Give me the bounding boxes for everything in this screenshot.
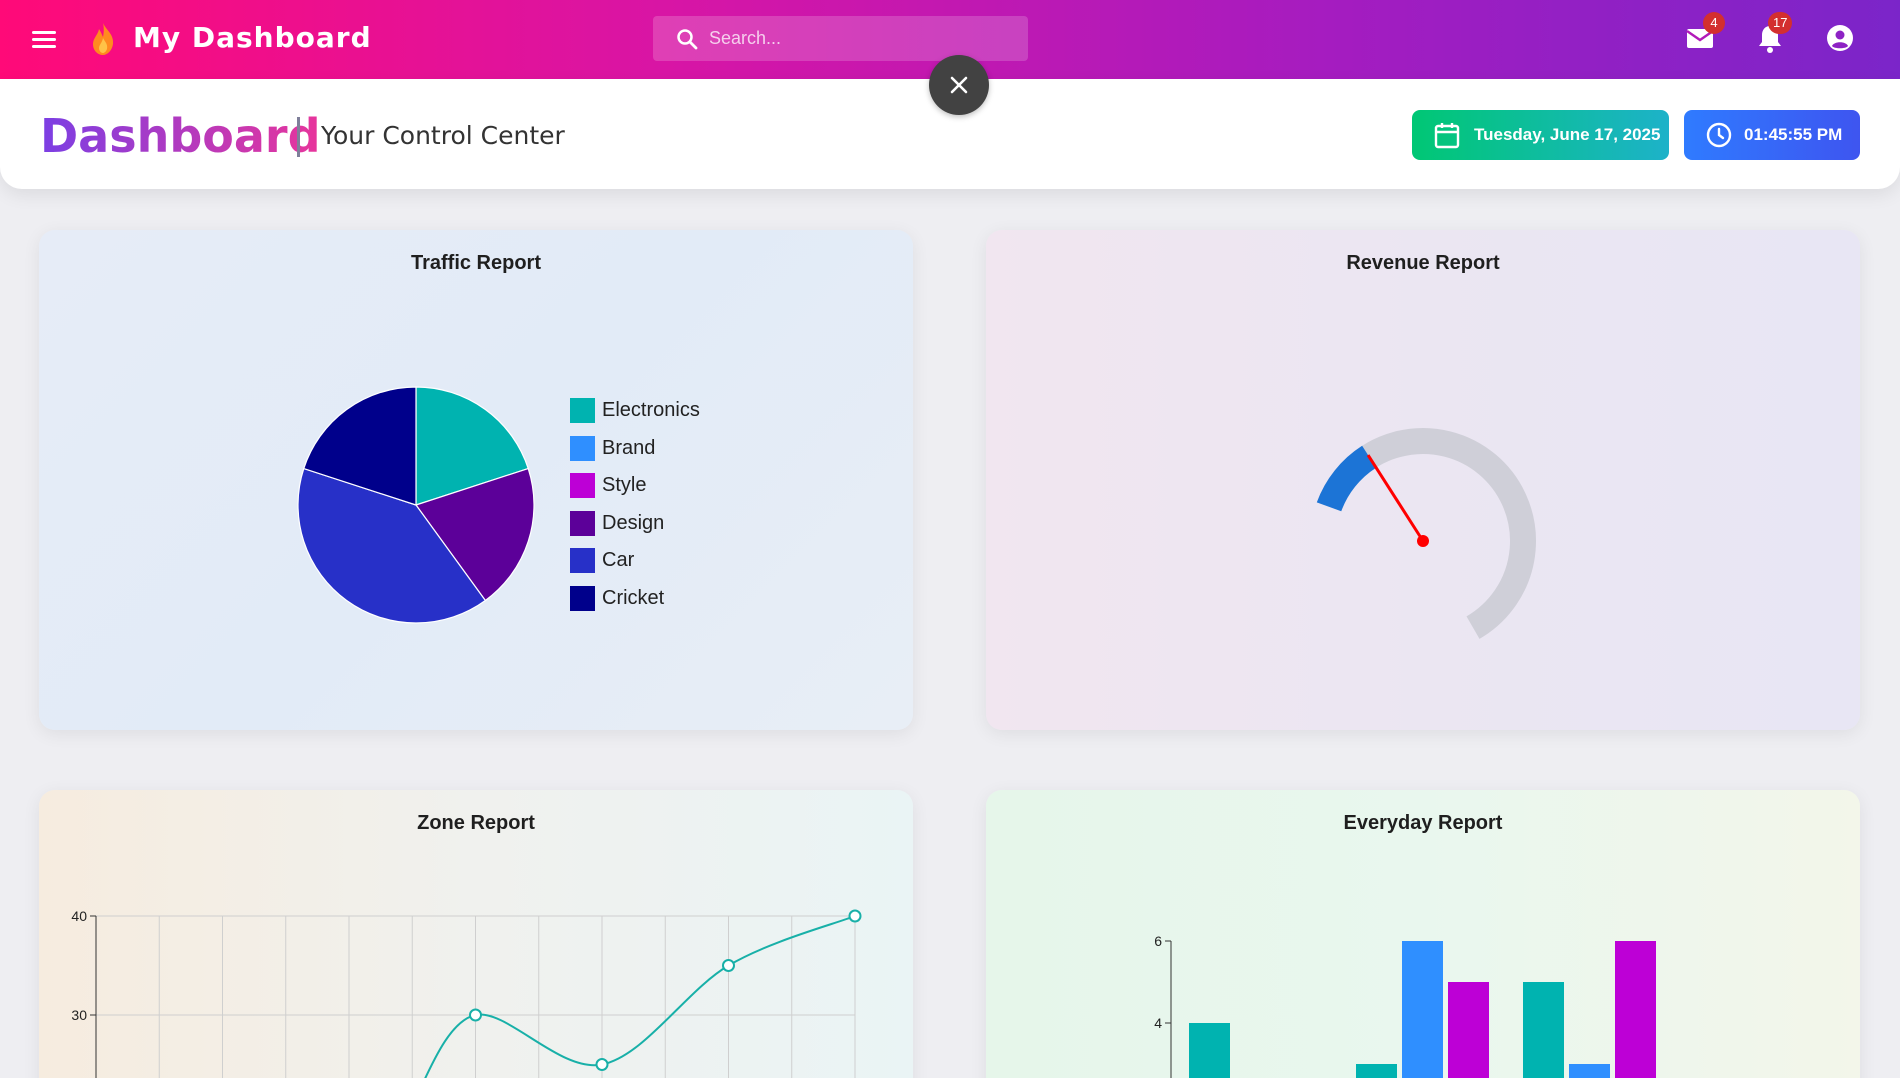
zone-data-point xyxy=(595,1058,609,1071)
calendar-icon xyxy=(1434,123,1460,149)
gauge-fill xyxy=(1316,445,1377,512)
everyday-bar xyxy=(1402,941,1443,1078)
mail-badge: 4 xyxy=(1703,12,1725,34)
y-tick-label: 6 xyxy=(1154,933,1162,949)
page-subtitle: Your Control Center xyxy=(321,121,565,150)
legend-label: Style xyxy=(602,474,647,496)
zone-data-point xyxy=(469,1008,482,1022)
page-title: Dashboard xyxy=(40,109,321,163)
legend-label: Brand xyxy=(602,436,656,459)
date-text: Tuesday, June 17, 2025 xyxy=(1474,125,1661,144)
everyday-report-card: Everyday Report 46 xyxy=(986,790,1860,1078)
y-tick-label: 40 xyxy=(71,908,87,924)
notifications-button[interactable]: 17 xyxy=(1757,12,1793,59)
mail-button[interactable]: 4 xyxy=(1686,12,1725,57)
close-icon xyxy=(950,76,968,94)
legend-item-style[interactable]: Style xyxy=(570,473,646,498)
legend-label: Car xyxy=(602,549,635,571)
time-chip[interactable]: 01:45:55 PM xyxy=(1684,110,1860,160)
legend-swatch xyxy=(570,510,595,536)
legend-item-car[interactable]: Car xyxy=(570,548,634,573)
clock-icon xyxy=(1706,122,1732,148)
gauge-needle-hub xyxy=(1417,535,1429,547)
zone-series-line xyxy=(424,915,856,1078)
y-tick-label: 4 xyxy=(1154,1015,1162,1031)
close-button[interactable] xyxy=(929,55,989,115)
legend-swatch xyxy=(570,585,595,611)
app-title: My Dashboard xyxy=(133,21,372,54)
notifications-badge: 17 xyxy=(1768,12,1793,34)
zone-line-chart: 30 40 xyxy=(71,908,862,1078)
legend-item-design[interactable]: Design xyxy=(570,510,665,536)
traffic-pie-chart xyxy=(297,386,535,624)
account-circle-icon xyxy=(1827,25,1853,51)
legend-item-brand[interactable]: Brand xyxy=(570,435,656,461)
zone-data-point xyxy=(722,959,735,972)
legend-swatch xyxy=(570,548,595,573)
legend-swatch xyxy=(570,473,595,498)
gauge-needle xyxy=(1366,454,1425,542)
account-button[interactable] xyxy=(1826,24,1854,57)
legend-swatch xyxy=(570,435,595,461)
legend-label: Design xyxy=(602,511,665,534)
zone-data-point xyxy=(848,909,862,923)
legend-swatch xyxy=(570,398,595,423)
everyday-bar xyxy=(1189,1023,1230,1078)
everyday-bar-chart: 46 xyxy=(1154,933,1656,1078)
y-tick-label: 30 xyxy=(71,1007,87,1023)
search-box[interactable] xyxy=(653,16,1028,61)
legend-item-cricket[interactable]: Cricket xyxy=(570,585,665,611)
everyday-bar xyxy=(1615,941,1656,1078)
title-divider xyxy=(297,117,300,157)
revenue-gauge-chart xyxy=(1316,428,1536,639)
zone-report-card: Zone Report 30 40 xyxy=(39,790,913,1078)
everyday-bar xyxy=(1569,1064,1610,1078)
hamburger-menu-icon[interactable] xyxy=(30,27,58,51)
everyday-bar xyxy=(1356,1064,1397,1078)
search-input[interactable] xyxy=(709,28,1009,49)
legend-label: Cricket xyxy=(602,586,665,609)
time-text: 01:45:55 PM xyxy=(1744,125,1843,144)
legend-label: Electronics xyxy=(602,399,700,421)
revenue-report-card: Revenue Report xyxy=(986,230,1860,730)
date-chip[interactable]: Tuesday, June 17, 2025 xyxy=(1412,110,1669,160)
everyday-bar xyxy=(1523,982,1564,1078)
everyday-bar xyxy=(1448,982,1489,1078)
search-icon xyxy=(677,28,698,49)
legend-item-electronics[interactable]: Electronics xyxy=(570,398,700,423)
flame-icon xyxy=(93,23,114,55)
traffic-report-card: Traffic Report Electronics Brand Style Desi… xyxy=(39,230,913,730)
